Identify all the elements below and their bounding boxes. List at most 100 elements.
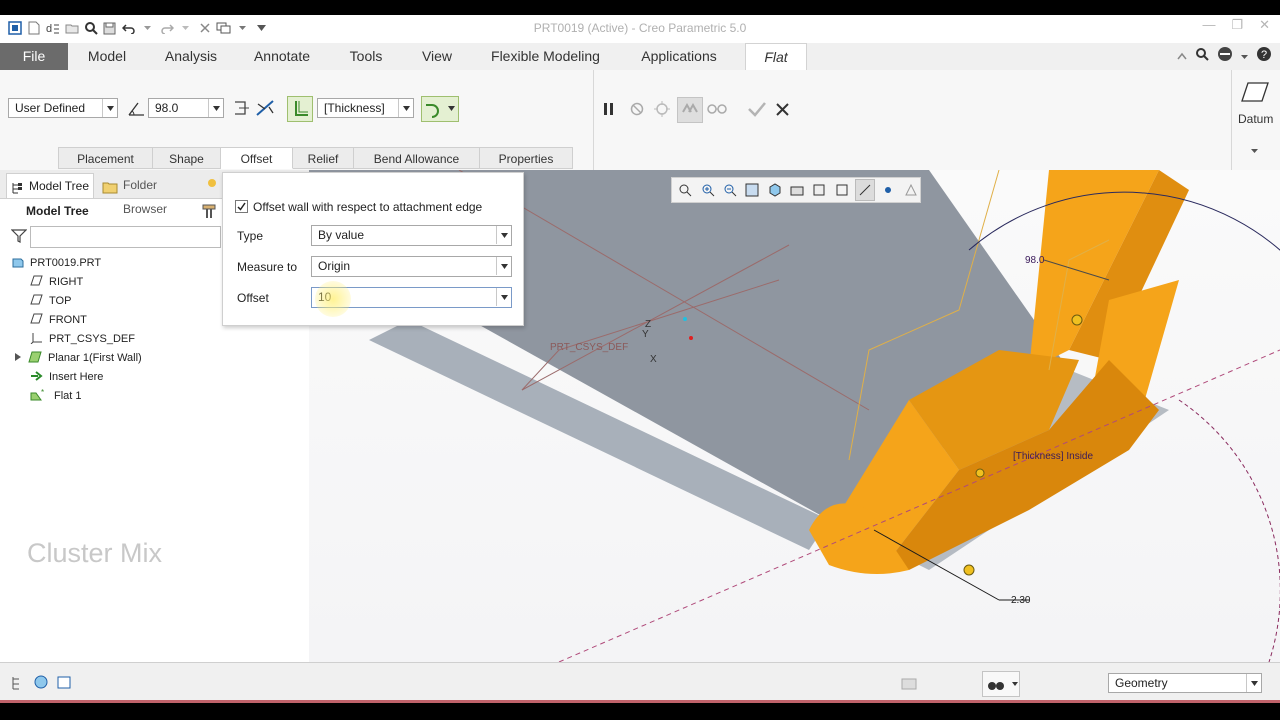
subtab-placement[interactable]: Placement (58, 147, 153, 169)
tree-item-flat[interactable]: * Flat 1 (30, 387, 82, 405)
angle-input[interactable]: 98.0 (148, 98, 224, 118)
thickness-select[interactable]: [Thickness] (317, 98, 414, 118)
repaint-icon[interactable] (743, 180, 761, 200)
find-binoculars-icon[interactable] (982, 671, 1020, 697)
perspective-icon[interactable] (902, 180, 920, 200)
refit-icon[interactable] (676, 180, 694, 200)
datum-display-icon[interactable] (833, 180, 851, 200)
folder-icon (102, 178, 118, 202)
regen-status-icon[interactable] (900, 675, 918, 694)
display-style-icon[interactable] (765, 180, 783, 200)
chevron-down-icon (398, 99, 413, 117)
tree-item-top[interactable]: TOP (30, 292, 71, 310)
datum-dropdown-icon[interactable] (1251, 143, 1258, 157)
tab-analysis[interactable]: Analysis (152, 43, 230, 70)
tab-favorites[interactable] (206, 173, 222, 197)
glasses-icon[interactable] (706, 100, 728, 119)
tab-label: Model Tree (29, 179, 90, 193)
chevron-down-icon (496, 288, 511, 306)
ok-check-icon[interactable] (747, 100, 767, 121)
tab-label: Folder Browser (123, 178, 168, 216)
no-preview-icon[interactable] (629, 101, 645, 120)
subtab-bend-allowance[interactable]: Bend Allowance (354, 147, 480, 169)
expand-arrow-icon[interactable] (14, 352, 22, 364)
fullscreen-icon[interactable] (57, 676, 71, 692)
tab-view[interactable]: View (409, 43, 465, 70)
datum-plane-icon (30, 313, 43, 327)
window-controls: — ❐ ✕ (1202, 17, 1270, 33)
help-globe-icon[interactable] (1217, 46, 1233, 65)
help-icon[interactable]: ? (1256, 46, 1272, 65)
subtab-relief[interactable]: Relief (293, 147, 354, 169)
measure-to-label: Measure to (237, 260, 298, 274)
zoom-out-icon[interactable] (721, 180, 739, 200)
selection-filter-select[interactable]: Geometry (1108, 673, 1262, 693)
offset-dimension[interactable]: 2.30 (1011, 595, 1030, 606)
subtab-properties[interactable]: Properties (480, 147, 573, 169)
filter-icon[interactable] (10, 229, 28, 246)
chevron-down-icon (496, 226, 511, 244)
subtab-offset[interactable]: Offset (221, 147, 293, 169)
taskbar-strip (0, 700, 1280, 720)
tree-settings-icon[interactable] (200, 202, 218, 223)
shape-type-select[interactable]: User Defined (8, 98, 118, 118)
spin-center-icon[interactable] (879, 180, 897, 200)
thickness-label[interactable]: [Thickness] Inside (1013, 451, 1093, 462)
saved-orientations-icon[interactable] (788, 180, 806, 200)
pause-icon[interactable] (602, 101, 616, 120)
flip-side-icon[interactable] (233, 99, 251, 120)
offset-checkbox-label[interactable]: Offset wall with respect to attachment e… (253, 200, 482, 214)
minimize-icon[interactable]: — (1202, 17, 1215, 33)
tree-item-csys[interactable]: PRT_CSYS_DEF (30, 330, 135, 348)
thickness-toggle-icon[interactable] (287, 96, 313, 122)
datum-label[interactable]: Datum (1238, 112, 1273, 126)
tab-tools[interactable]: Tools (335, 43, 397, 70)
angle-dimension[interactable]: 98.0 (1025, 255, 1044, 266)
tree-item-front[interactable]: FRONT (30, 311, 87, 329)
subtab-shape[interactable]: Shape (153, 147, 221, 169)
maximize-icon[interactable]: ❐ (1231, 17, 1243, 33)
navigator-toggle-icon[interactable] (10, 675, 24, 694)
view-manager-icon[interactable] (810, 180, 828, 200)
tab-flexible-modeling[interactable]: Flexible Modeling (479, 43, 612, 70)
svg-text:?: ? (1261, 49, 1267, 61)
top-black-bar (0, 0, 1280, 15)
tab-applications[interactable]: Applications (626, 43, 732, 70)
collapse-ribbon-icon[interactable] (1177, 49, 1187, 63)
preview-geometry-icon[interactable] (653, 100, 671, 121)
measure-to-select[interactable]: Origin (311, 256, 512, 277)
close-icon[interactable]: ✕ (1259, 17, 1270, 33)
tree-item-label: PRT0019.PRT (30, 257, 102, 269)
tree-item-part[interactable]: PRT0019.PRT (12, 254, 101, 272)
flip-direction-icon[interactable] (255, 99, 275, 120)
type-select[interactable]: By value (311, 225, 512, 246)
verify-mode-icon[interactable] (677, 97, 703, 123)
tab-model-tree[interactable]: Model Tree (6, 173, 94, 198)
offset-label: Offset (237, 291, 269, 305)
help-dropdown-icon[interactable] (1241, 49, 1248, 63)
datum-plane-icon[interactable] (1240, 80, 1270, 107)
tab-file[interactable]: File (0, 43, 68, 70)
tab-folder-browser[interactable]: Folder Browser (96, 173, 204, 216)
zoom-in-icon[interactable] (698, 180, 716, 200)
window-title: PRT0019 (Active) - Creo Parametric 5.0 (533, 21, 747, 35)
tab-flat[interactable]: Flat (745, 43, 807, 71)
ribbon-divider (593, 70, 594, 170)
angle-value: 98.0 (155, 101, 179, 115)
tree-item-planar[interactable]: Planar 1(First Wall) (14, 349, 142, 367)
browser-toggle-icon[interactable] (33, 674, 49, 693)
bend-radius-icon[interactable] (421, 96, 459, 122)
type-value: By value (318, 228, 365, 242)
tree-item-insert-here[interactable]: Insert Here (30, 368, 103, 386)
csys-icon (30, 332, 43, 347)
cancel-x-icon[interactable] (776, 103, 789, 119)
tab-annotate[interactable]: Annotate (241, 43, 323, 70)
annotation-display-icon[interactable] (854, 179, 876, 201)
csys-label: PRT_CSYS_DEF (550, 342, 629, 353)
star-icon (206, 178, 218, 192)
search-icon[interactable] (1195, 47, 1209, 64)
tree-item-right[interactable]: RIGHT (30, 273, 83, 291)
offset-checkbox[interactable] (235, 200, 248, 213)
tab-model[interactable]: Model (76, 43, 138, 70)
tree-filter-input[interactable] (30, 226, 221, 248)
